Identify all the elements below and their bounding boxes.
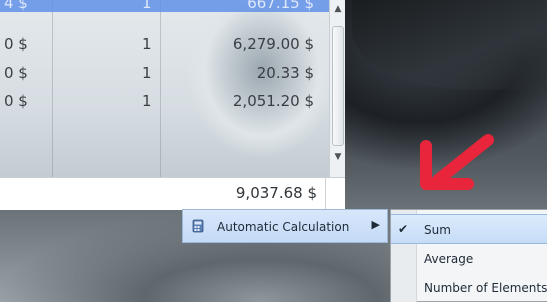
submenu-arrow-icon: ▶	[371, 218, 380, 231]
calculation-submenu: ✔ Sum Average Number of Elements	[390, 209, 547, 302]
currency-cell: 0 $	[4, 64, 28, 82]
vertical-scrollbar[interactable]: ▲ ▼	[329, 0, 345, 177]
quantity-cell: 1	[142, 64, 152, 82]
column-divider	[160, 0, 161, 177]
submenu-item-label: Average	[424, 252, 474, 266]
amount-cell: 6,279.00 $	[232, 35, 314, 53]
grid-background-image	[0, 0, 330, 177]
currency-cell: 0 $	[4, 92, 28, 110]
submenu-item-sum[interactable]: ✔ Sum	[391, 214, 547, 244]
context-menu-item-automatic-calculation[interactable]: Automatic Calculation ▶	[182, 209, 388, 243]
column-divider	[52, 0, 53, 177]
table-row[interactable]: 0 $ 1 2,051.20 $	[0, 91, 330, 114]
column-divider	[325, 178, 326, 210]
currency-cell: 0 $	[4, 35, 28, 53]
submenu-item-label: Sum	[424, 223, 451, 237]
currency-cell: 4 $	[4, 0, 28, 12]
check-icon: ✔	[398, 222, 409, 236]
submenu-item-average[interactable]: Average	[391, 244, 547, 274]
quantity-cell: 1	[142, 92, 152, 110]
scroll-down-icon[interactable]: ▼	[333, 152, 343, 162]
submenu-item-number-of-elements[interactable]: Number of Elements	[391, 273, 547, 302]
table-row[interactable]: 4 $ 1 667.15 $	[0, 0, 330, 12]
amount-cell: 20.33 $	[256, 64, 314, 82]
menu-item-label: Automatic Calculation	[217, 220, 350, 234]
table-row[interactable]: 0 $ 1 20.33 $	[0, 63, 330, 86]
quantity-cell: 1	[142, 35, 152, 53]
table-row[interactable]: 0 $ 1 6,279.00 $	[0, 34, 330, 57]
amount-cell: 2,051.20 $	[232, 92, 314, 110]
amount-cell: 667.15 $	[247, 0, 314, 12]
data-grid: 4 $ 1 667.15 $ 0 $ 1 6,279.00 $ 0 $ 1 20…	[0, 0, 345, 210]
total-value: 9,037.68 $	[235, 184, 317, 202]
summary-row[interactable]: 9,037.68 $	[0, 177, 345, 210]
quantity-cell: 1	[142, 0, 152, 12]
calculator-icon	[192, 219, 204, 233]
annotation-arrow-icon	[420, 134, 494, 190]
scroll-thumb[interactable]	[332, 26, 344, 146]
scroll-up-icon[interactable]: ▲	[333, 4, 343, 14]
submenu-item-label: Number of Elements	[424, 281, 547, 295]
